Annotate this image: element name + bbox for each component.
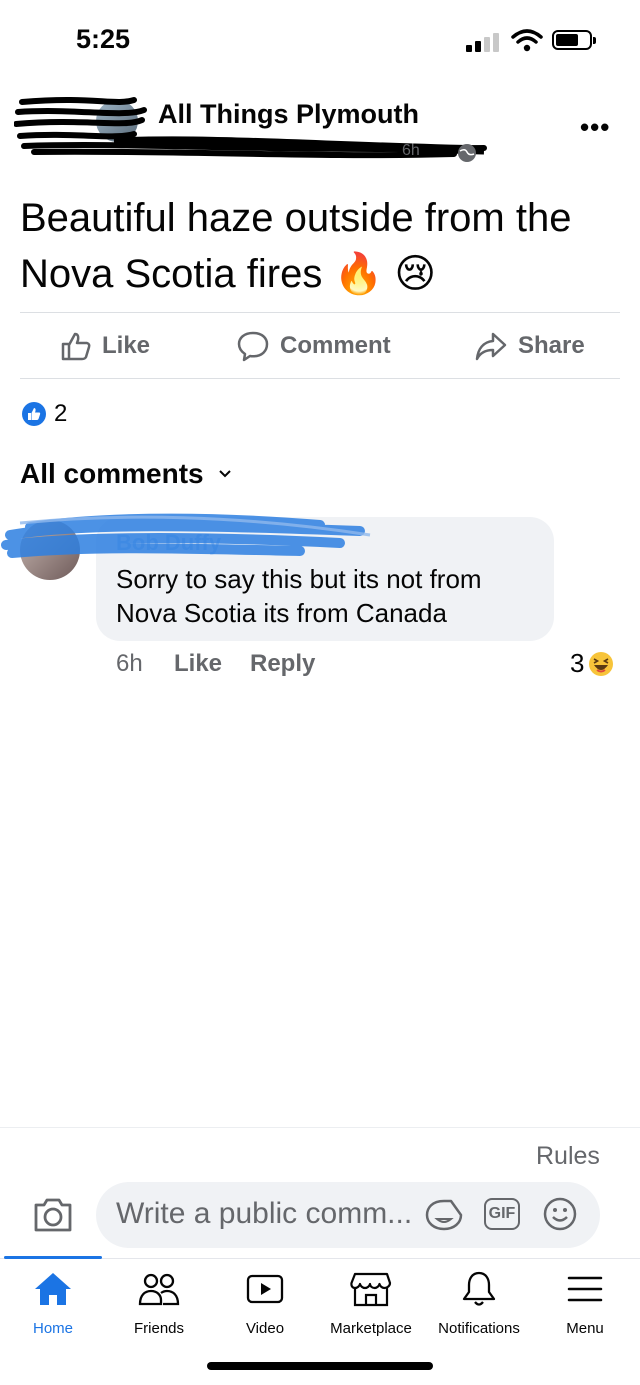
post-timestamp[interactable]: 6h (402, 142, 420, 160)
comment-avatar[interactable] (20, 520, 80, 580)
share-icon (475, 332, 507, 361)
tab-menu[interactable]: Menu (532, 1270, 638, 1337)
comment-reactions[interactable]: 3 (570, 648, 614, 679)
active-tab-indicator (4, 1256, 102, 1259)
status-time: 5:25 (76, 24, 131, 54)
globe-icon (458, 144, 476, 162)
like-label: Like (102, 332, 151, 359)
chevron-down-icon (218, 470, 231, 478)
comment-button[interactable]: Comment (236, 330, 391, 362)
post-text: Beautiful haze outside from the Nova Sco… (20, 196, 572, 296)
divider (20, 378, 620, 379)
tab-notifications[interactable]: Notifications (426, 1270, 532, 1337)
like-button[interactable]: Like (60, 330, 150, 362)
comments-filter-label: All comments (20, 458, 204, 489)
tab-marketplace[interactable]: Marketplace (318, 1270, 424, 1337)
comment-reaction-count: 3 (570, 648, 585, 678)
tab-label: Menu (566, 1320, 604, 1337)
comment-time: 6h (116, 650, 143, 677)
tab-home[interactable]: Home (0, 1270, 106, 1337)
tab-label: Friends (133, 1320, 185, 1337)
post-reactions[interactable]: 2 (22, 400, 67, 428)
marketplace-icon (350, 1272, 392, 1307)
like-reaction-icon (22, 402, 46, 426)
comment-author[interactable]: Bob Duffy (116, 530, 221, 556)
friends-icon (138, 1273, 180, 1306)
tab-label: Notifications (438, 1320, 520, 1337)
tab-video[interactable]: Video (212, 1270, 318, 1337)
tab-label: Video (245, 1320, 285, 1337)
comment-label: Comment (280, 332, 391, 359)
comment-input-placeholder: Write a public comm... (116, 1197, 413, 1230)
tab-friends[interactable]: Friends (106, 1270, 212, 1337)
home-icon (35, 1273, 71, 1305)
tab-label: Marketplace (330, 1320, 412, 1337)
more-options-icon[interactable]: ••• (580, 114, 610, 140)
gif-icon[interactable]: GIF (484, 1198, 520, 1230)
comment-like-button[interactable]: Like (174, 650, 222, 678)
tab-label: Home (32, 1320, 73, 1337)
signal-icon (466, 32, 502, 52)
comment-icon (237, 331, 269, 362)
thumbs-up-icon (61, 332, 91, 361)
divider (0, 1127, 640, 1128)
share-label: Share (518, 332, 585, 359)
comment-reply-button[interactable]: Reply (250, 650, 315, 678)
wifi-icon (511, 29, 543, 52)
emoji-icon[interactable] (542, 1196, 578, 1232)
video-icon (246, 1274, 284, 1304)
divider (20, 312, 620, 313)
home-indicator (207, 1362, 433, 1370)
battery-icon (552, 30, 596, 50)
share-button[interactable]: Share (474, 330, 585, 362)
camera-icon[interactable] (32, 1196, 74, 1234)
bell-icon (462, 1271, 496, 1306)
group-avatar[interactable] (96, 100, 138, 142)
menu-icon (567, 1276, 603, 1302)
comments-filter-dropdown[interactable]: All comments (20, 458, 232, 490)
sticker-icon[interactable] (424, 1198, 464, 1232)
comment-text: Sorry to say this but its not from Nova … (116, 564, 482, 628)
haha-reaction-icon (589, 651, 614, 676)
reaction-count: 2 (54, 400, 68, 427)
group-name[interactable]: All Things Plymouth (158, 99, 419, 130)
rules-link[interactable]: Rules (536, 1142, 600, 1171)
